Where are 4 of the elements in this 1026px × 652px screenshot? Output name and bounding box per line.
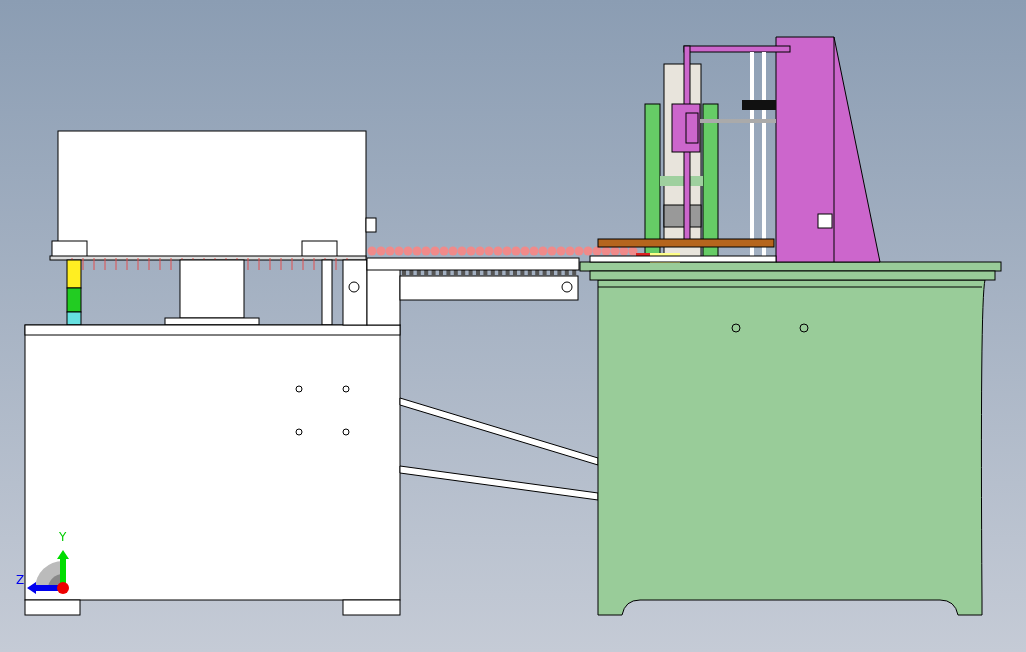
axis-label: Y	[59, 531, 67, 543]
cad-viewport[interactable]: Y Z	[0, 0, 1026, 652]
axis-label: Z	[16, 574, 25, 586]
axis-triad-icon	[26, 549, 71, 595]
